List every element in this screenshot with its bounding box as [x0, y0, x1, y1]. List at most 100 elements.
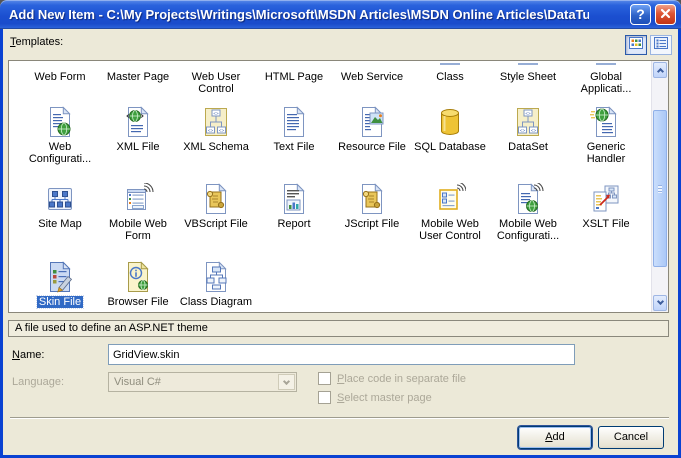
template-item-dataset[interactable]: <> <> <> DataSet — [489, 101, 567, 178]
template-row: Web Configurati... XML File <> <> <> XML Sche… — [9, 101, 645, 178]
template-item-web-user-control[interactable]: Web User Control — [177, 63, 255, 101]
svg-text:<>: <> — [213, 111, 219, 116]
svg-text:<>: <> — [208, 128, 214, 133]
help-icon: ? — [636, 6, 645, 22]
sql-database-icon — [434, 106, 466, 138]
template-item-web-service[interactable]: Web Service — [333, 63, 411, 101]
template-item-xslt-file[interactable]: XSLT File — [567, 178, 645, 256]
scrollbar-thumb[interactable] — [653, 110, 667, 267]
template-description: A file used to define an ASP.NET theme — [8, 320, 669, 337]
template-item-style-sheet[interactable]: Style Sheet — [489, 63, 567, 101]
template-item-mobile-web-user-control[interactable]: Mobile Web User Control — [411, 178, 489, 256]
template-item-xml-file[interactable]: XML File — [99, 101, 177, 178]
cancel-button[interactable]: Cancel — [598, 426, 664, 449]
template-item-label: Mobile Web User Control — [419, 218, 481, 242]
mobile-web-user-control-icon — [434, 181, 467, 215]
template-item-report[interactable]: Report — [255, 178, 333, 256]
svg-text:<>: <> — [531, 128, 537, 133]
language-label: Language: — [12, 376, 64, 388]
template-item-generic-handler[interactable]: Generic Handler — [567, 101, 645, 178]
template-item-label: Class — [436, 71, 464, 83]
template-item-label: JScript File — [344, 218, 400, 230]
xml-file-icon — [122, 106, 154, 138]
select-master-checkbox-row: Select master page — [318, 391, 432, 404]
template-item-label: XSLT File — [582, 218, 630, 230]
template-item-resource-file[interactable]: Resource File — [333, 101, 411, 178]
xslt-file-icon — [590, 183, 622, 215]
template-row: Skin File Browser File Class Diagram — [9, 256, 255, 312]
template-item-class-diagram[interactable]: Class Diagram — [177, 256, 255, 312]
template-item-site-map[interactable]: Site Map — [21, 178, 99, 256]
select-master-label: Select master page — [337, 391, 432, 404]
large-icons-view-button[interactable] — [625, 35, 647, 55]
report-icon — [278, 183, 310, 215]
template-item-label: VBScript File — [184, 218, 248, 230]
template-item-mobile-web-configurati[interactable]: Mobile Web Configurati... — [489, 178, 567, 256]
close-button[interactable] — [655, 4, 676, 25]
template-row: Site Map Mobile Web Form VBScript File Repo… — [9, 178, 645, 256]
chevron-down-icon — [656, 297, 664, 306]
scroll-up-button[interactable] — [653, 62, 667, 78]
template-item-skin-file[interactable]: Skin File — [21, 256, 99, 312]
class-diagram-icon — [200, 261, 232, 293]
vertical-scrollbar[interactable] — [651, 61, 668, 312]
template-item-global-applicati[interactable]: Global Applicati... — [567, 63, 645, 101]
site-map-icon — [44, 183, 76, 215]
template-item-label: Mobile Web Form — [109, 218, 167, 242]
chevron-up-icon — [656, 67, 664, 76]
scrollbar-grip — [658, 184, 662, 193]
template-item-jscript-file[interactable]: JScript File — [333, 178, 411, 256]
cut-off-icon-sliver — [518, 63, 538, 65]
add-button[interactable]: Add — [518, 426, 592, 449]
template-item-label: Web Service — [340, 71, 404, 83]
template-item-label: Site Map — [38, 218, 82, 230]
mobile-web-form-icon — [122, 182, 154, 215]
template-item-html-page[interactable]: HTML Page — [255, 63, 333, 101]
name-input[interactable] — [108, 344, 575, 365]
template-item-text-file[interactable]: Text File — [255, 101, 333, 178]
skin-file-icon — [44, 261, 76, 293]
name-label: Name: — [12, 349, 45, 361]
template-item-class[interactable]: Class — [411, 63, 489, 101]
template-item-label: DataSet — [508, 141, 548, 153]
templates-listbox: Web Form Master Page Web User Control HTML … — [8, 60, 669, 313]
template-item-web-configurati[interactable]: Web Configurati... — [21, 101, 99, 178]
xml-schema-icon: <> <> <> — [200, 106, 232, 138]
language-select: Visual C# — [108, 372, 297, 392]
title-bar[interactable]: Add New Item - C:\My Projects\Writings\M… — [0, 0, 681, 29]
place-code-checkbox — [318, 372, 331, 385]
template-item-web-form[interactable]: Web Form — [21, 63, 99, 101]
template-item-label: Resource File — [338, 141, 406, 153]
cut-off-icon-sliver — [596, 63, 616, 65]
language-value: Visual C# — [114, 376, 161, 388]
web-configuration-file-icon — [44, 106, 76, 138]
vbscript-file-icon — [200, 183, 232, 215]
template-item-vbscript-file[interactable]: VBScript File — [177, 178, 255, 256]
template-item-label: Web Form — [34, 71, 86, 83]
window-title: Add New Item - C:\My Projects\Writings\M… — [9, 7, 589, 22]
small-icons-view-icon — [654, 36, 668, 54]
template-item-mobile-web-form[interactable]: Mobile Web Form — [99, 178, 177, 256]
template-item-label: XML File — [116, 141, 160, 153]
close-icon — [660, 6, 671, 22]
small-icons-view-button[interactable] — [650, 35, 672, 55]
template-item-label: Class Diagram — [179, 296, 253, 308]
jscript-file-icon — [356, 183, 388, 215]
svg-text:<>: <> — [520, 128, 526, 133]
select-master-checkbox — [318, 391, 331, 404]
add-new-item-dialog: Add New Item - C:\My Projects\Writings\M… — [0, 0, 681, 458]
template-item-browser-file[interactable]: Browser File — [99, 256, 177, 312]
template-item-label: Web User Control — [191, 71, 241, 95]
template-item-label: Browser File — [107, 296, 169, 308]
template-item-label: HTML Page — [264, 71, 324, 83]
scroll-down-button[interactable] — [653, 295, 667, 311]
place-code-checkbox-row: Place code in separate file — [318, 372, 466, 385]
svg-text:<>: <> — [525, 111, 531, 116]
template-item-master-page[interactable]: Master Page — [99, 63, 177, 101]
template-item-xml-schema[interactable]: <> <> <> XML Schema — [177, 101, 255, 178]
help-button[interactable]: ? — [630, 4, 651, 25]
large-icons-view-icon — [629, 36, 643, 54]
template-item-label: Generic Handler — [586, 141, 626, 165]
template-item-sql-database[interactable]: SQL Database — [411, 101, 489, 178]
chevron-down-icon — [282, 377, 291, 385]
